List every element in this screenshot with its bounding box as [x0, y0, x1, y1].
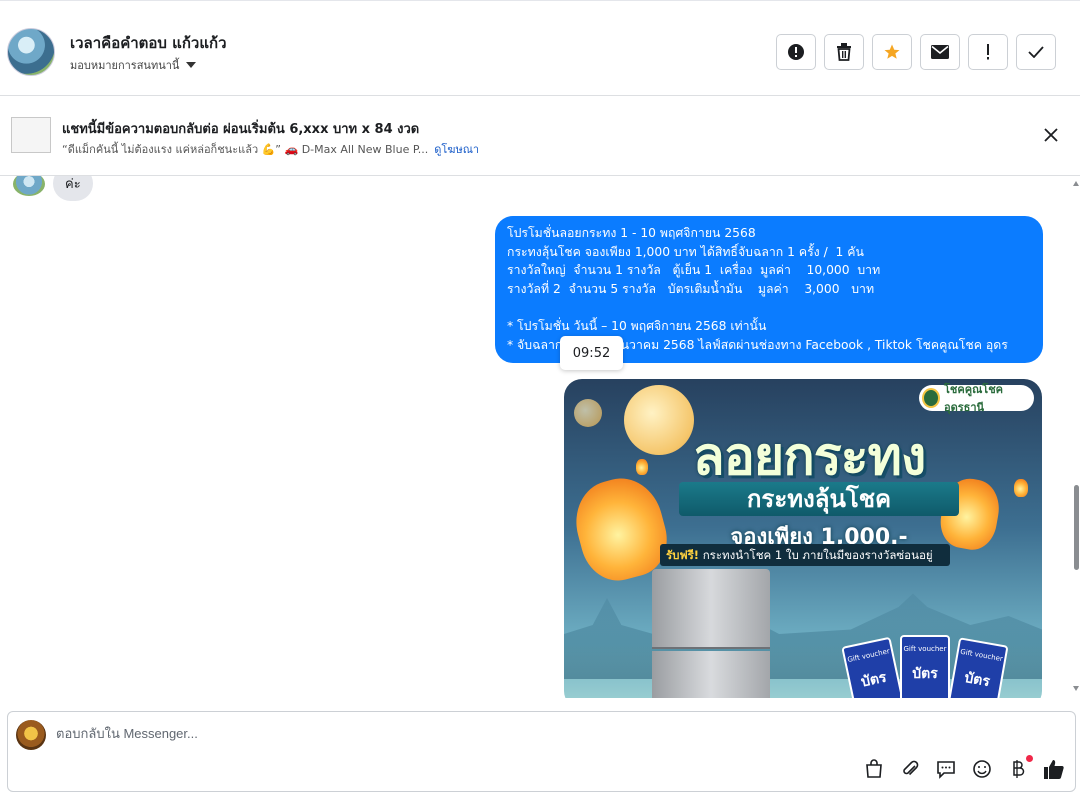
reply-input[interactable] [56, 726, 656, 741]
refrigerator-graphic-lower [652, 651, 770, 698]
received-message[interactable]: ค่ะ [53, 176, 93, 201]
message-thread[interactable]: ค่ะ โปรโมชั่นลอยกระทง 1 - 10 พฤศจิกายน 2… [0, 176, 1080, 698]
scrollbar-thumb[interactable] [1074, 485, 1079, 570]
conversation-toolbar [776, 34, 1056, 70]
promo-free-line: รับฟรี! กระทงนำโชค 1 ใบ ภายในมีของรางวัล… [660, 544, 950, 566]
ad-subtitle-text: “ดีแม็กคันนี้ ไม่ต้องแรง แค่หล่อก็ชนะแล้… [62, 143, 429, 156]
saved-replies-button[interactable] [935, 758, 957, 780]
shop-button[interactable] [863, 758, 885, 780]
trash-icon [837, 43, 851, 61]
moon-graphic-small [574, 399, 602, 427]
voucher-label: Gift voucher [959, 647, 1004, 664]
mail-icon [931, 45, 949, 59]
star-button[interactable] [872, 34, 912, 70]
star-icon [884, 44, 900, 59]
scroll-down-arrow[interactable] [1073, 686, 1079, 691]
flag-button[interactable] [968, 34, 1008, 70]
free-label: รับฟรี! [666, 548, 700, 562]
mark-done-button[interactable] [1016, 34, 1056, 70]
assign-conversation-dropdown[interactable]: มอบหมายการสนทนานี้ [70, 56, 197, 74]
ad-title: แชทนี้มีข้อความตอบกลับต่อ ผ่อนเริ่มต้น 6… [62, 122, 420, 137]
voucher-label: Gift voucher [903, 645, 947, 653]
sender-avatar [13, 176, 45, 196]
report-button[interactable] [776, 34, 816, 70]
attach-button[interactable] [899, 758, 921, 780]
promo-subheadline: กระทงลุ้นโชค [679, 482, 959, 516]
brand-name: โชคคูณโชค อุดรธานี [943, 383, 1004, 414]
brand-logo: โชคคูณโชค อุดรธานี [919, 383, 1034, 414]
brand-logo-icon [922, 388, 940, 408]
view-ad-link[interactable]: ดูโฆษณา [434, 143, 479, 156]
gift-voucher-card: Gift voucher บัตร [900, 635, 950, 698]
ad-subtitle: “ดีแม็กคันนี้ ไม่ต้องแรง แค่หล่อก็ชนะแล้… [62, 140, 479, 158]
lantern-graphic [1014, 479, 1028, 497]
exclamation-icon [987, 44, 989, 60]
message-composer [7, 711, 1076, 792]
delete-button[interactable] [824, 34, 864, 70]
report-icon [788, 44, 804, 60]
emoji-icon [973, 760, 991, 778]
refrigerator-graphic [652, 569, 770, 649]
contact-name[interactable]: เวลาคือคำตอบ แก้วแก้ว [70, 31, 227, 55]
free-text: กระทงนำโชค 1 ใบ ภายในมีของรางวัลซ่อนอยู่ [702, 548, 933, 562]
composer-tools [863, 755, 1065, 780]
conversation-header: เวลาคือคำตอบ แก้วแก้ว มอบหมายการสนทนานี้ [0, 0, 1080, 96]
bag-icon [866, 759, 882, 778]
voucher-sub: บัตร [859, 669, 888, 691]
chat-scrollbar[interactable] [1072, 176, 1080, 698]
voucher-label: Gift voucher [846, 647, 891, 664]
chat-bubble-icon [937, 761, 955, 779]
scroll-up-arrow[interactable] [1073, 181, 1079, 186]
contact-avatar[interactable] [7, 28, 55, 76]
promo-image-message[interactable]: โชคคูณโชค อุดรธานี ลอยกระทง กระทงลุ้นโชค… [564, 379, 1042, 698]
check-icon [1028, 46, 1044, 58]
assign-label: มอบหมายการสนทนานี้ [70, 59, 180, 72]
voucher-sub: บัตร [912, 666, 938, 682]
page-avatar [16, 720, 46, 750]
mark-unread-button[interactable] [920, 34, 960, 70]
attach-icon [903, 760, 919, 776]
emoji-button[interactable] [971, 758, 993, 780]
voucher-sub: บัตร [963, 669, 992, 691]
close-icon[interactable] [1042, 126, 1060, 144]
ad-thumbnail[interactable] [11, 117, 51, 153]
notification-dot [1026, 755, 1033, 762]
timestamp-tooltip: 09:52 [560, 336, 623, 370]
like-button[interactable] [1043, 758, 1065, 780]
chevron-down-icon [186, 62, 197, 68]
payment-button[interactable] [1007, 755, 1033, 780]
like-icon [1044, 760, 1064, 779]
ad-reply-banner: แชทนี้มีข้อความตอบกลับต่อ ผ่อนเริ่มต้น 6… [0, 96, 1080, 176]
baht-icon [1013, 760, 1025, 778]
